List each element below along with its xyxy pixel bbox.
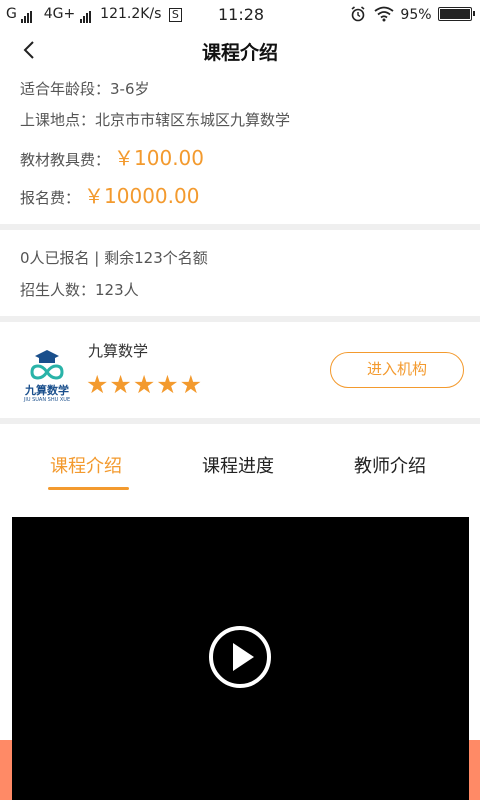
play-circle-icon (209, 626, 271, 688)
enrollment-card: 0人已报名 | 剩余123个名额 招生人数：123人 (0, 230, 480, 316)
material-fee-row: 教材教具费： ￥100.00 (20, 142, 204, 171)
organization-logo: 九算数学 JIU SUAN SHU XUE (22, 346, 72, 404)
rating-stars: ★★★★★ (86, 370, 204, 399)
enrollment-quota: 招生人数：123人 (20, 281, 139, 299)
enrollment-status: 0人已报名 | 剩余123个名额 (20, 249, 208, 267)
network-type: 4G+ (43, 6, 76, 22)
carrier-label: G (6, 6, 17, 22)
battery-percent: 95% (400, 7, 432, 23)
class-location: 上课地点：北京市市辖区东城区九算数学 (20, 111, 291, 129)
battery-icon (438, 7, 475, 21)
nav-bar: 课程介绍 (0, 30, 480, 76)
organization-name: 九算数学 (88, 342, 149, 360)
signal-icon (79, 7, 92, 23)
signup-fee-value: ￥10000.00 (84, 184, 200, 208)
organization-logo-text: 九算数学 (25, 384, 69, 397)
wifi-icon (374, 6, 394, 22)
tab-course-progress[interactable]: 课程进度 (202, 452, 274, 478)
status-left: G 4G+ 121.2K/s S (6, 6, 182, 23)
course-info-card: 适合年龄段：3-6岁 上课地点：北京市市辖区东城区九算数学 教材教具费： ￥100… (0, 76, 480, 224)
signal-icon (21, 7, 33, 23)
active-tab-indicator (48, 487, 129, 490)
age-range: 适合年龄段：3-6岁 (20, 80, 150, 98)
signup-fee-row: 报名费： ￥10000.00 (20, 180, 199, 209)
page-title: 课程介绍 (201, 42, 278, 64)
signup-fee-label: 报名费： (20, 189, 81, 207)
clock: 11:28 (218, 5, 265, 24)
status-bar: G 4G+ 121.2K/s S 11:28 95% (0, 0, 480, 30)
network-speed: 121.2K/s (100, 6, 162, 22)
material-fee-value: ￥100.00 (114, 146, 204, 170)
tab-course-intro[interactable]: 课程介绍 (50, 452, 122, 478)
status-right: 95% (350, 6, 475, 23)
sim-badge-icon: S (168, 8, 182, 22)
play-button[interactable] (208, 625, 272, 689)
alarm-icon (351, 6, 365, 22)
tab-teacher-intro[interactable]: 教师介绍 (354, 452, 426, 478)
video-player[interactable] (12, 517, 469, 800)
organization-card: 九算数学 JIU SUAN SHU XUE 九算数学 ★★★★★ 进入机构 (0, 322, 480, 418)
organization-logo-subtext: JIU SUAN SHU XUE (23, 397, 71, 403)
material-fee-label: 教材教具费： (20, 151, 111, 169)
enter-organization-button[interactable]: 进入机构 (330, 352, 464, 388)
